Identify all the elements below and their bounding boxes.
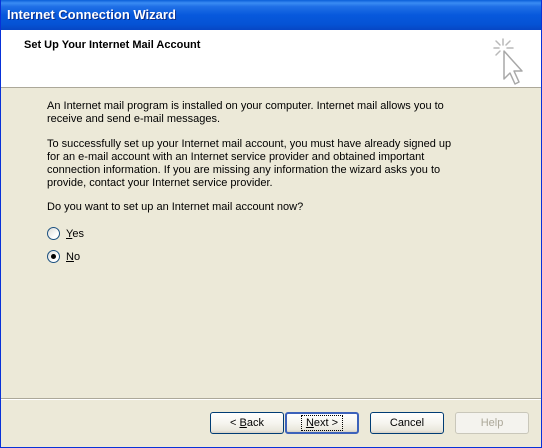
requirements-paragraph: To successfully set up your Internet mai… — [47, 138, 452, 189]
intro-paragraph: An Internet mail program is installed on… — [47, 100, 444, 125]
radio-yes[interactable] — [47, 226, 60, 240]
radio-yes-label: Yes — [66, 228, 84, 240]
wizard-window: Internet Connection Wizard Set Up Your I… — [0, 0, 542, 448]
back-button[interactable]: < Back — [210, 412, 284, 434]
question-text: Do you want to set up an Internet mail a… — [47, 201, 304, 213]
window-title: Internet Connection Wizard — [7, 7, 176, 22]
page-title: Set Up Your Internet Mail Account — [24, 39, 201, 51]
cancel-button[interactable]: Cancel — [370, 412, 444, 434]
next-button[interactable]: Next > — [285, 412, 359, 434]
wizard-header: Set Up Your Internet Mail Account — [1, 30, 541, 88]
title-bar[interactable]: Internet Connection Wizard — [1, 0, 541, 30]
next-focus-rect: Next > — [300, 415, 344, 431]
button-separator — [1, 398, 541, 400]
help-button[interactable]: Help — [455, 412, 529, 434]
radio-no[interactable] — [47, 249, 60, 263]
radio-no-label: No — [66, 251, 81, 263]
radio-option-no[interactable]: No — [47, 249, 80, 265]
radio-option-yes[interactable]: Yes — [47, 226, 84, 242]
mouse-cursor-sparkle-icon — [493, 38, 523, 85]
